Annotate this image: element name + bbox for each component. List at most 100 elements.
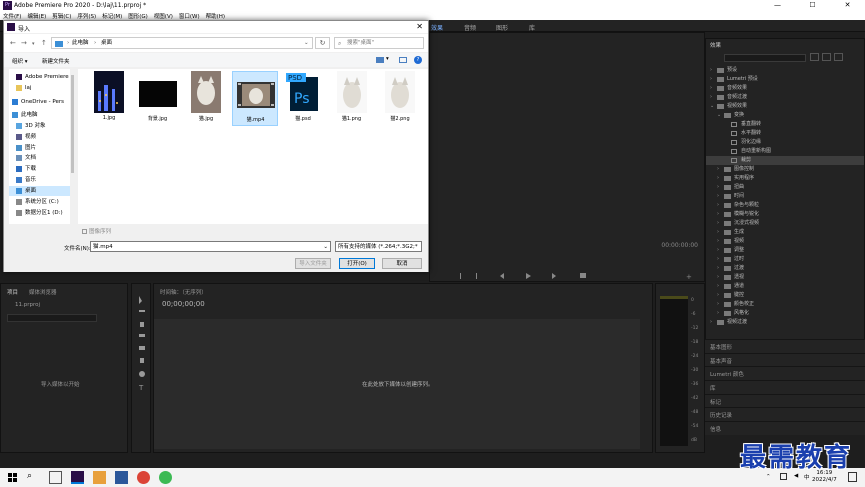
preview-pane-icon[interactable] (399, 57, 407, 63)
refresh-button[interactable]: ↻ (315, 37, 330, 49)
nav-item[interactable]: OneDrive - Pers (9, 97, 71, 107)
nav-item[interactable]: 图片 (9, 143, 71, 153)
menu-sequence[interactable]: 序列(S) (74, 11, 99, 20)
effects-tree-item[interactable]: › 通道 (706, 282, 864, 291)
yuv-effects-icon[interactable] (834, 53, 843, 61)
menu-graphics[interactable]: 图形(G) (125, 11, 151, 20)
menu-window[interactable]: 窗口(W) (176, 11, 203, 20)
effects-tree-item[interactable]: › 预设 (706, 66, 864, 75)
import-folder-button[interactable]: 导入文件夹 (295, 258, 331, 269)
file-item[interactable]: 猫.mp4 (231, 71, 278, 126)
back-arrow-icon[interactable]: ← (10, 39, 16, 47)
chevron-right-icon[interactable]: › (717, 273, 719, 282)
menu-help[interactable]: 帮助(H) (203, 11, 228, 20)
chrome-taskbar-icon[interactable] (137, 471, 150, 484)
file-item[interactable]: PSD Ps 猫.psd (280, 71, 326, 126)
nav-item[interactable]: 文档 (9, 153, 71, 163)
32bit-effects-icon[interactable] (822, 53, 831, 61)
input-language[interactable]: 中 (804, 473, 810, 481)
effects-tree-item[interactable]: 水平翻转 (706, 129, 864, 138)
forward-arrow-icon[interactable]: → (21, 39, 27, 47)
organize-button[interactable]: 组织 ▾ (12, 57, 28, 65)
chevron-right-icon[interactable]: › (710, 318, 712, 327)
file-item[interactable]: 背景.jpg (135, 71, 181, 126)
nav-item[interactable]: 桌面 (9, 186, 71, 196)
menu-view[interactable]: 视图(V) (151, 11, 176, 20)
breadcrumb-this-pc[interactable]: 此电脑 (72, 38, 89, 49)
close-button[interactable]: ✕ (830, 0, 865, 11)
chevron-right-icon[interactable]: › (717, 300, 719, 309)
filename-dropdown-icon[interactable]: ⌄ (323, 242, 328, 252)
nav-scrollbar[interactable] (70, 69, 75, 224)
chevron-right-icon[interactable]: › (717, 183, 719, 192)
search-icon[interactable]: ⌕ (27, 471, 40, 484)
timeline-timecode[interactable]: 00;00;00;00 (162, 300, 205, 308)
chevron-right-icon[interactable]: › (717, 228, 719, 237)
effects-tree-item[interactable]: › 视频 (706, 237, 864, 246)
nav-item[interactable]: 音乐 (9, 175, 71, 185)
workspace-tab-effects[interactable]: 效果 (431, 23, 443, 32)
open-button[interactable]: 打开(O) (339, 258, 375, 269)
chevron-right-icon[interactable]: › (717, 309, 719, 318)
effects-tree-item[interactable]: › 过时 (706, 255, 864, 264)
breadcrumb-desktop[interactable]: 桌面 (101, 38, 112, 49)
filetype-select[interactable]: 所有支持的媒体 (*.264;*.3G2;* (335, 241, 422, 252)
chevron-right-icon[interactable]: › (717, 282, 719, 291)
collapsed-panel-tab[interactable]: 库 (705, 380, 865, 394)
chevron-right-icon[interactable]: › (717, 246, 719, 255)
address-dropdown-icon[interactable]: ⌄ (304, 38, 309, 49)
file-item[interactable]: 1.jpg (86, 71, 132, 126)
nav-item[interactable]: 此电脑 (9, 110, 71, 120)
dialog-close-button[interactable]: ✕ (416, 22, 423, 31)
wechat-taskbar-icon[interactable] (159, 471, 172, 484)
view-dropdown-icon[interactable]: ▾ (386, 56, 389, 62)
collapsed-panel-tab[interactable]: Lumetri 颜色 (705, 366, 865, 380)
workspace-tab-audio[interactable]: 音频 (464, 23, 476, 32)
chevron-right-icon[interactable]: › (717, 264, 719, 273)
premiere-taskbar-icon[interactable] (71, 471, 84, 484)
effects-tree-item[interactable]: › Lumetri 预设 (706, 75, 864, 84)
nav-item[interactable]: 系统分区 (C:) (9, 197, 71, 207)
collapsed-panel-tab[interactable]: 基本图形 (705, 339, 865, 353)
project-search-input[interactable] (7, 314, 97, 322)
effects-tree-item[interactable]: › 杂色与颗粒 (706, 201, 864, 210)
nav-item[interactable]: 下载 (9, 164, 71, 174)
nav-scrollbar-thumb[interactable] (71, 75, 74, 173)
effects-tree-item[interactable]: › 时间 (706, 192, 864, 201)
chevron-right-icon[interactable]: › (717, 237, 719, 246)
chevron-down-icon[interactable]: ⌄ (710, 102, 714, 111)
nav-item[interactable]: Adobe Premiere (9, 72, 71, 82)
chevron-right-icon[interactable]: › (710, 84, 712, 93)
collapsed-panel-tab[interactable]: 信息 (705, 421, 865, 435)
nav-item[interactable]: 视频 (9, 132, 71, 142)
chevron-right-icon[interactable]: › (717, 192, 719, 201)
help-icon[interactable]: ? (414, 56, 422, 64)
effects-tree-item[interactable]: 垂直翻转 (706, 120, 864, 129)
program-timecode[interactable]: 00:00:00:00 (661, 242, 698, 249)
project-tab[interactable]: 项目 (7, 288, 18, 296)
effects-tree-item[interactable]: › 图像控制 (706, 165, 864, 174)
menu-file[interactable]: 文件(F) (0, 11, 24, 20)
new-folder-button[interactable]: 新建文件夹 (42, 57, 70, 65)
collapsed-panel-tab[interactable]: 标记 (705, 394, 865, 408)
accelerated-effects-icon[interactable] (810, 53, 819, 61)
menu-marker[interactable]: 标记(M) (99, 11, 125, 20)
up-arrow-icon[interactable]: ↑ (41, 39, 47, 47)
effects-tree-item[interactable]: 羽化边缘 (706, 138, 864, 147)
chevron-down-icon[interactable]: ⌄ (717, 111, 721, 120)
effects-tree-item[interactable]: › 键控 (706, 291, 864, 300)
chevron-right-icon[interactable]: › (710, 66, 712, 75)
effects-tree-item[interactable]: › 透视 (706, 273, 864, 282)
app-taskbar-icon[interactable] (93, 471, 106, 484)
collapsed-panel-tab[interactable]: 基本声音 (705, 353, 865, 367)
file-item[interactable]: 猫.jpg (183, 71, 229, 126)
chevron-right-icon[interactable]: › (710, 75, 712, 84)
effects-tree-item[interactable]: 裁剪 (706, 156, 864, 165)
word-taskbar-icon[interactable] (115, 471, 128, 484)
network-icon[interactable] (780, 473, 787, 480)
windows-start-icon[interactable] (6, 471, 19, 484)
effects-tree-item[interactable]: › 音频过渡 (706, 93, 864, 102)
chevron-right-icon[interactable]: › (717, 210, 719, 219)
chevron-right-icon[interactable]: › (717, 165, 719, 174)
maximize-button[interactable]: ☐ (795, 0, 830, 11)
